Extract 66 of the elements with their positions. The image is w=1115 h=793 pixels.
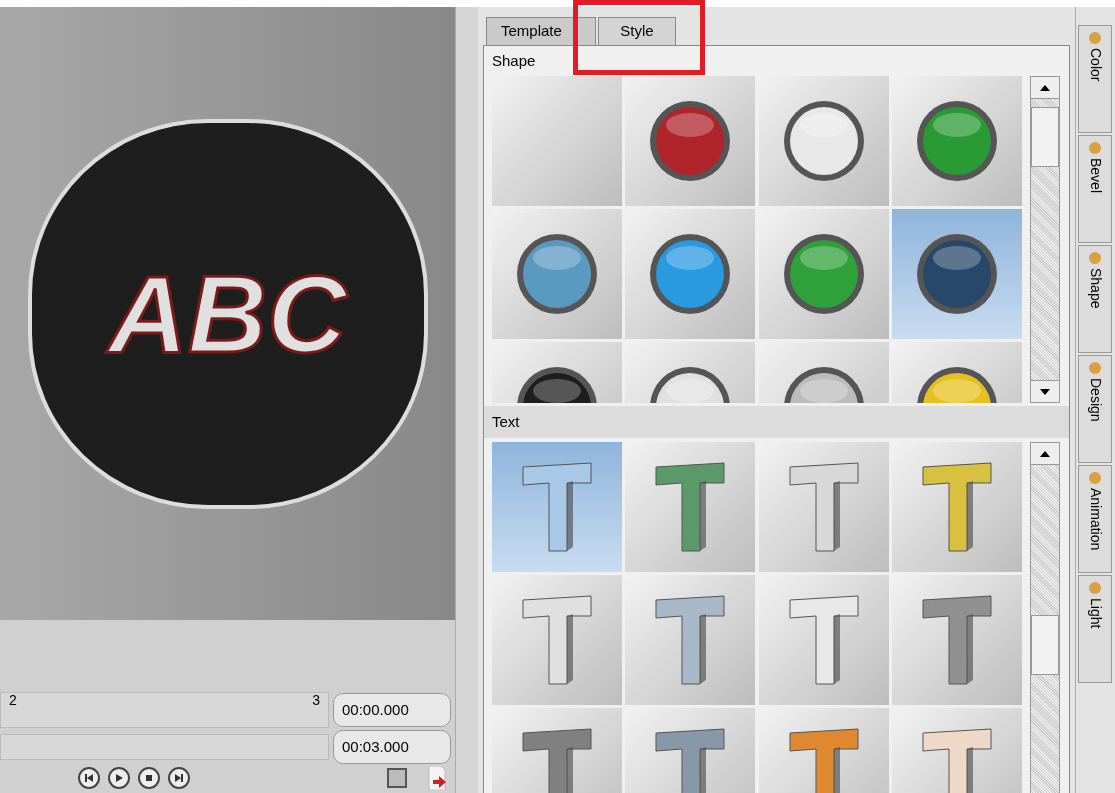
- tab-icon: [1089, 472, 1101, 484]
- text-style-swatch[interactable]: [891, 442, 1022, 572]
- scrollbar[interactable]: [1030, 76, 1060, 403]
- ball-icon: [781, 232, 866, 316]
- side-tab[interactable]: Design: [1078, 355, 1112, 463]
- section-label: Text: [484, 406, 1069, 438]
- shape-swatch[interactable]: [758, 209, 889, 339]
- letter-t-icon: [519, 592, 595, 688]
- text-style-swatch[interactable]: [625, 442, 756, 572]
- tick-label: 2: [9, 693, 17, 710]
- down-arrow-icon[interactable]: [1040, 388, 1050, 395]
- shape-swatch[interactable]: [625, 209, 756, 339]
- skip-back-icon: [84, 773, 94, 783]
- ball-icon: [914, 99, 999, 183]
- text-style-swatch[interactable]: [492, 575, 622, 705]
- text-style-swatch[interactable]: [625, 575, 756, 705]
- scrollbar-thumb[interactable]: [1031, 107, 1059, 167]
- tab-icon: [1089, 362, 1101, 374]
- side-tab[interactable]: Bevel: [1078, 135, 1112, 243]
- shape-swatch[interactable]: [492, 209, 622, 339]
- tab-icon: [1089, 32, 1101, 44]
- skip-forward-button[interactable]: [168, 767, 190, 789]
- play-icon: [114, 773, 124, 783]
- tab-icon: [1089, 252, 1101, 264]
- shape-swatch[interactable]: [891, 76, 1022, 206]
- up-arrow-icon[interactable]: [1040, 84, 1050, 91]
- tab[interactable]: Template: [486, 17, 596, 45]
- tab[interactable]: Style: [598, 17, 676, 45]
- shape-swatch[interactable]: [758, 76, 889, 206]
- skip-back-button[interactable]: [78, 767, 100, 789]
- tab-icon: [1089, 142, 1101, 154]
- tick-label: 3: [312, 693, 320, 710]
- up-arrow-icon[interactable]: [1040, 450, 1050, 457]
- ball-icon: [515, 232, 599, 316]
- ball-icon: [648, 99, 733, 183]
- progress-track[interactable]: [0, 734, 329, 760]
- text-style-swatch[interactable]: [492, 442, 622, 572]
- text-style-swatch[interactable]: [758, 442, 889, 572]
- text-style-swatch[interactable]: [891, 575, 1022, 705]
- side-tab[interactable]: Color: [1078, 25, 1112, 133]
- stop-button[interactable]: [138, 767, 160, 789]
- ball-icon: [648, 232, 733, 316]
- stop-icon: [144, 773, 154, 783]
- shape-swatch[interactable]: [492, 76, 622, 206]
- shape-swatch[interactable]: [891, 209, 1022, 339]
- export-icon[interactable]: [427, 766, 447, 790]
- section-label: Shape: [492, 50, 537, 71]
- square-button[interactable]: [387, 768, 407, 788]
- shape-swatch[interactable]: [625, 76, 756, 206]
- current-time-field[interactable]: 00:00.000: [333, 693, 451, 727]
- scrollbar-thumb[interactable]: [1031, 615, 1059, 675]
- letter-t-icon: [519, 459, 595, 555]
- ball-icon: [914, 232, 999, 316]
- scrollbar[interactable]: [1030, 442, 1060, 793]
- end-time-field[interactable]: 00:03.000: [333, 730, 451, 764]
- side-tab[interactable]: Shape: [1078, 245, 1112, 353]
- text-style-swatch[interactable]: [758, 575, 889, 705]
- tab-icon: [1089, 582, 1101, 594]
- side-tab[interactable]: Light: [1078, 575, 1112, 683]
- timeline-ruler[interactable]: 2 3: [0, 692, 329, 728]
- skip-forward-icon: [174, 773, 184, 783]
- side-tab[interactable]: Animation: [1078, 465, 1112, 573]
- preview-text: ABC: [108, 251, 347, 377]
- ball-icon: [781, 99, 866, 183]
- letter-t-icon: [519, 725, 595, 793]
- play-button[interactable]: [108, 767, 130, 789]
